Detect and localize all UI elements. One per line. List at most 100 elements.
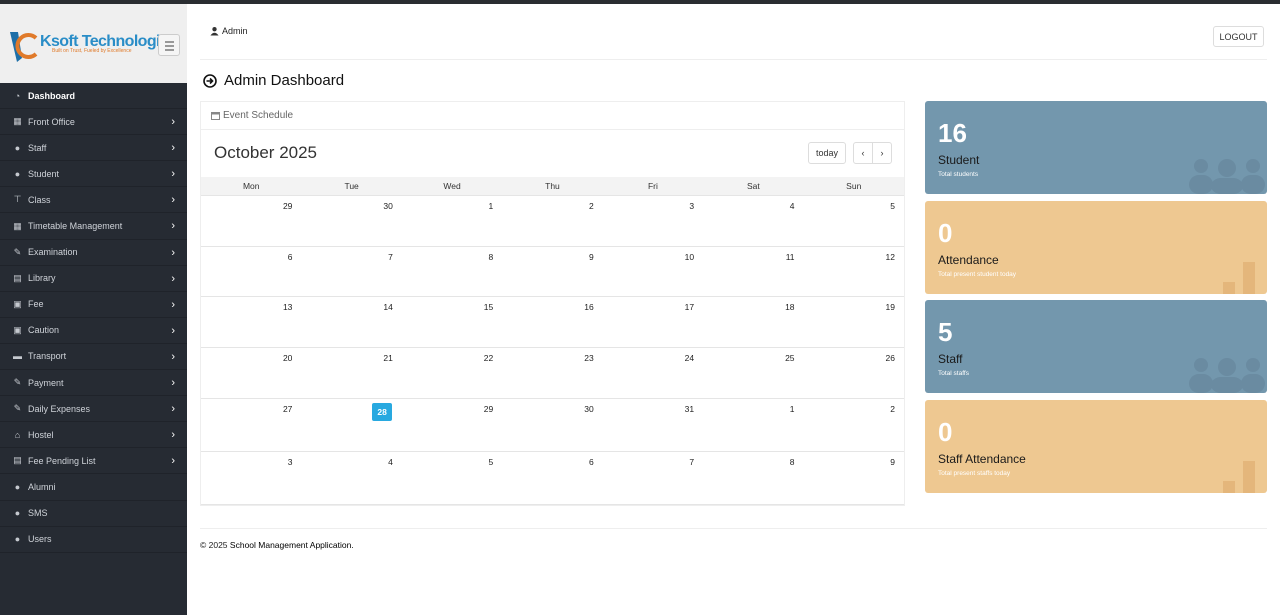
calendar-day-cell[interactable]: 2: [804, 399, 904, 451]
header-user[interactable]: Admin: [210, 26, 248, 36]
calendar-day-number: 30: [383, 201, 393, 211]
sidebar-item-timetable-management[interactable]: ▦ Timetable Management ›: [0, 213, 187, 240]
edit-icon: ✎: [13, 403, 22, 414]
calendar-day-cell[interactable]: 23: [502, 348, 602, 398]
logout-button[interactable]: LOGOUT: [1213, 26, 1264, 47]
chevron-right-icon: ›: [171, 142, 175, 155]
calendar-day-cell[interactable]: 13: [201, 297, 301, 347]
calendar-day-cell[interactable]: 4: [301, 452, 401, 504]
sidebar-item-class[interactable]: ⊤ Class ›: [0, 187, 187, 214]
calendar-day-cell[interactable]: 9: [804, 452, 904, 504]
calendar-day-cell[interactable]: 12: [804, 247, 904, 296]
calendar-day-cell[interactable]: 4: [703, 196, 803, 246]
calendar-day-cell[interactable]: 20: [201, 348, 301, 398]
calendar-day-cell[interactable]: 9: [502, 247, 602, 296]
calendar-day-cell[interactable]: 6: [502, 452, 602, 504]
calendar-day-cell[interactable]: 28: [301, 399, 401, 451]
chevron-right-icon: ›: [171, 350, 175, 363]
calendar-day-number: 23: [584, 353, 594, 363]
calendar-day-cell[interactable]: 11: [703, 247, 803, 296]
calendar-day-cell[interactable]: 16: [502, 297, 602, 347]
stat-card-attendance[interactable]: 0 Attendance Total present student today: [925, 201, 1267, 294]
calendar-day-number: 9: [890, 457, 895, 467]
calendar-day-cell[interactable]: 25: [703, 348, 803, 398]
calendar-day-cell[interactable]: 24: [603, 348, 703, 398]
sidebar-item-fee-pending-list[interactable]: ▤ Fee Pending List ›: [0, 448, 187, 475]
calendar-day-cell[interactable]: 17: [603, 297, 703, 347]
sidebar-item-daily-expenses[interactable]: ✎ Daily Expenses ›: [0, 396, 187, 423]
sidebar-item-alumni[interactable]: ● Alumni: [0, 474, 187, 501]
calendar-day-cell[interactable]: 6: [201, 247, 301, 296]
calendar-day-cell[interactable]: 7: [301, 247, 401, 296]
calendar-day-cell[interactable]: 15: [402, 297, 502, 347]
calendar-day-cell[interactable]: 26: [804, 348, 904, 398]
calendar-day-cell[interactable]: 1: [703, 399, 803, 451]
calendar-day-cell[interactable]: 3: [603, 196, 703, 246]
today-button[interactable]: today: [808, 142, 846, 164]
calendar-week-row: 20 21 22 23 24 25 26: [201, 348, 904, 399]
chevron-right-icon: ›: [171, 116, 175, 129]
sidebar-item-label: Hostel: [28, 429, 54, 440]
calendar-day-number: 13: [282, 302, 293, 312]
window-top-bar: [0, 0, 1280, 4]
calendar-day-cell[interactable]: 30: [301, 196, 401, 246]
sidebar-menu: ◔ Dashboard ▦ Front Office › ● Staff › ● Student ›…: [0, 83, 187, 553]
sidebar-item-label: Staff: [28, 142, 47, 153]
calendar-day-cell[interactable]: 8: [402, 247, 502, 296]
chevron-right-icon: ›: [171, 298, 175, 311]
calendar-day-cell[interactable]: 14: [301, 297, 401, 347]
sidebar-item-payment[interactable]: ✎ Payment ›: [0, 370, 187, 397]
page-title-text: Admin Dashboard: [224, 72, 345, 89]
sidebar-toggle-button[interactable]: [158, 34, 180, 56]
stat-card-student[interactable]: 16 Student Total students: [925, 101, 1267, 194]
calendar-day-number: 15: [483, 302, 494, 312]
stat-card-staff-attendance[interactable]: 0 Staff Attendance Total present staffs to…: [925, 400, 1267, 493]
stat-label: Attendance: [938, 253, 999, 267]
sidebar-item-sms[interactable]: ● SMS: [0, 501, 187, 527]
sidebar-item-staff[interactable]: ● Staff ›: [0, 135, 187, 162]
prev-month-button[interactable]: ‹: [853, 142, 873, 164]
calendar-day-number: 26: [885, 353, 895, 363]
sidebar-item-hostel[interactable]: ⌂ Hostel ›: [0, 422, 187, 449]
sidebar-item-front-office[interactable]: ▦ Front Office ›: [0, 109, 187, 136]
calendar-day-number: 16: [584, 302, 594, 312]
users-icon: [1189, 358, 1265, 393]
calendar-day-number: 9: [588, 252, 594, 262]
sidebar-item-transport[interactable]: ▬ Transport ›: [0, 344, 187, 371]
calendar-day-cell[interactable]: 8: [703, 452, 803, 504]
calendar-day-cell[interactable]: 19: [804, 297, 904, 347]
calendar-day-number: 10: [684, 252, 695, 262]
calendar-day-cell[interactable]: 5: [402, 452, 502, 504]
calendar-day-cell[interactable]: 2: [502, 196, 602, 246]
sidebar-item-library[interactable]: ▤ Library ›: [0, 266, 187, 292]
sidebar-item-examination[interactable]: ✎ Examination ›: [0, 240, 187, 266]
chevron-right-icon: ›: [171, 377, 175, 390]
calendar-day-cell[interactable]: 10: [603, 247, 703, 296]
calendar-day-number: 30: [584, 404, 594, 414]
calendar-day-cell[interactable]: 3: [201, 452, 301, 504]
calendar-day-number: 31: [684, 404, 695, 414]
sidebar-item-caution[interactable]: ▣ Caution ›: [0, 318, 187, 344]
sidebar-item-dashboard[interactable]: ◔ Dashboard: [0, 83, 187, 110]
calendar-day-cell[interactable]: 1: [402, 196, 502, 246]
calendar-day-number: 3: [689, 201, 695, 211]
sidebar-item-student[interactable]: ● Student ›: [0, 161, 187, 188]
calendar-day-cell[interactable]: 29: [201, 196, 301, 246]
stat-card-staff[interactable]: 5 Staff Total staffs: [925, 300, 1267, 393]
calendar-day-cell[interactable]: 21: [301, 348, 401, 398]
calendar-day-cell[interactable]: 5: [804, 196, 904, 246]
day-of-week-label: Tue: [344, 181, 359, 191]
calendar-day-cell[interactable]: 30: [502, 399, 602, 451]
sidebar-item-users[interactable]: ● Users: [0, 527, 187, 553]
calendar-day-cell[interactable]: 29: [402, 399, 502, 451]
calendar-day-cell[interactable]: 7: [603, 452, 703, 504]
calendar-day-cell[interactable]: 18: [703, 297, 803, 347]
file-icon: ▤: [13, 455, 22, 466]
sidebar-item-fee[interactable]: ▣ Fee ›: [0, 292, 187, 318]
calendar-day-cell[interactable]: 31: [603, 399, 703, 451]
chevron-right-icon: ›: [171, 246, 175, 259]
calendar-day-cell[interactable]: 22: [402, 348, 502, 398]
next-month-button[interactable]: ›: [872, 142, 892, 164]
calendar-day-cell[interactable]: 27: [201, 399, 301, 451]
calendar-day-number: 18: [785, 302, 795, 312]
